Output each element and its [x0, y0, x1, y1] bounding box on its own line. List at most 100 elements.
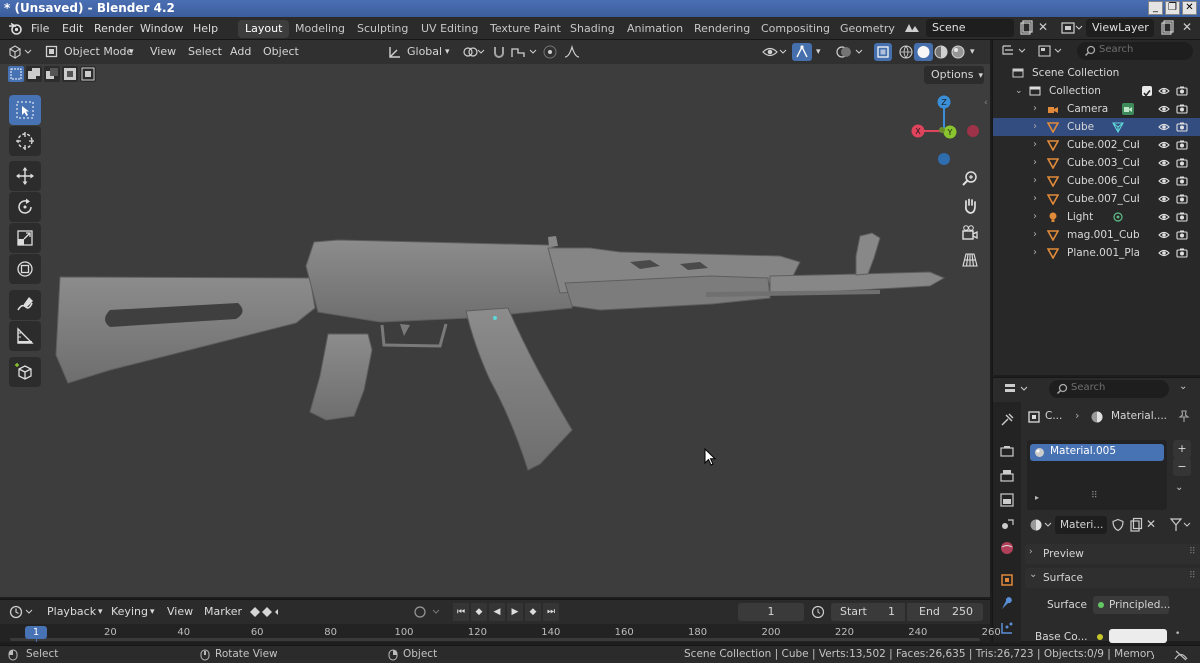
playhead-line[interactable] — [36, 638, 37, 642]
tab-rendering[interactable]: Rendering — [687, 20, 757, 38]
menu-render[interactable]: Render — [94, 17, 133, 40]
outliner-search-input[interactable]: Search — [1077, 42, 1193, 60]
material-name-field[interactable]: Materi... — [1055, 516, 1107, 534]
outliner-row-scene-collection[interactable]: Scene Collection — [993, 64, 1200, 82]
frame-end-field[interactable]: End 250 — [907, 603, 983, 621]
jump-start-button[interactable]: ⏮ — [453, 603, 469, 621]
keyframe-dot-icon[interactable]: • — [1175, 629, 1180, 639]
chevron-down-icon[interactable]: ⌄ — [1175, 482, 1183, 493]
camera-data-icon[interactable] — [1121, 102, 1135, 116]
3d-viewport[interactable]: Object Mode ▾ View Select Add Object Glo… — [0, 40, 990, 597]
view-layer-properties-icon[interactable] — [999, 492, 1015, 508]
timeline-menu-playback[interactable]: Playback — [47, 603, 96, 621]
viewlayer-icon[interactable] — [1061, 21, 1083, 35]
object-properties-icon[interactable] — [999, 572, 1015, 588]
render-camera-icon[interactable] — [1176, 157, 1188, 169]
auto-keying-icon[interactable] — [413, 605, 443, 619]
render-camera-icon[interactable] — [1176, 121, 1188, 133]
render-camera-icon[interactable] — [1176, 103, 1188, 115]
add-material-slot-button[interactable]: + — [1173, 440, 1191, 458]
outliner-item[interactable]: › Cube.007_Cub — [993, 190, 1200, 208]
properties-editor-type-icon[interactable] — [1003, 382, 1031, 396]
expand-arrow-icon[interactable]: ▸ — [1035, 493, 1039, 502]
play-button[interactable]: ▶ — [507, 603, 523, 621]
tab-uv-editing[interactable]: UV Editing — [414, 20, 485, 38]
outliner-item[interactable]: › mag.001_Cube — [993, 226, 1200, 244]
timeline-menu-keying[interactable]: Keying — [111, 603, 148, 621]
tab-texture-paint[interactable]: Texture Paint — [483, 20, 568, 38]
chevron-right-icon[interactable]: › — [1033, 226, 1037, 244]
tab-animation[interactable]: Animation — [620, 20, 690, 38]
modifier-properties-icon[interactable] — [999, 596, 1015, 612]
chevron-right-icon[interactable]: › — [1033, 100, 1037, 118]
timeline-editor-type-icon[interactable] — [9, 605, 37, 619]
eye-icon[interactable] — [1158, 121, 1170, 133]
chevron-right-icon[interactable]: › — [1033, 136, 1037, 154]
close-window-button[interactable]: ✕ — [1182, 1, 1197, 15]
outliner-row-collection[interactable]: ⌄ Collection — [993, 82, 1200, 100]
node-tree-icon[interactable] — [1169, 517, 1193, 533]
light-data-icon[interactable] — [1112, 211, 1124, 223]
scene-name-field[interactable]: Scene — [926, 19, 1014, 37]
tab-modeling[interactable]: Modeling — [288, 20, 352, 38]
eye-icon[interactable] — [1158, 157, 1170, 169]
tab-compositing[interactable]: Compositing — [754, 20, 837, 38]
timeline-scrollbar[interactable] — [10, 638, 980, 641]
mesh-data-icon[interactable] — [1112, 121, 1124, 133]
outliner-item[interactable]: › Cube.002_Cub — [993, 136, 1200, 154]
render-camera-icon[interactable] — [1176, 193, 1188, 205]
chevron-right-icon[interactable]: › — [1033, 118, 1037, 136]
eye-icon[interactable] — [1158, 229, 1170, 241]
resize-grip-icon[interactable]: ⠿ — [1091, 491, 1098, 501]
outliner-item[interactable]: › Camera — [993, 100, 1200, 118]
keyframe-diamonds-icon[interactable] — [249, 606, 285, 618]
tab-sculpting[interactable]: Sculpting — [350, 20, 415, 38]
maximize-button[interactable]: ❐ — [1165, 1, 1180, 15]
drag-handle-icon[interactable]: ⠿ — [1189, 547, 1196, 557]
rifle-mesh-object[interactable] — [0, 40, 990, 597]
render-camera-icon[interactable] — [1176, 229, 1188, 241]
remove-material-slot-button[interactable]: − — [1173, 458, 1191, 476]
render-properties-icon[interactable] — [999, 444, 1015, 460]
eye-icon[interactable] — [1158, 103, 1170, 115]
chevron-right-icon[interactable]: › — [1033, 208, 1037, 226]
minimize-button[interactable]: _ — [1148, 1, 1163, 15]
chevron-down-icon[interactable]: ⌄ — [1015, 82, 1023, 100]
outliner-editor-type-icon[interactable] — [1001, 44, 1029, 58]
outliner-item[interactable]: › Cube.003_Cub — [993, 154, 1200, 172]
chevron-down-icon[interactable]: ⌄ — [1179, 381, 1187, 392]
outliner-item[interactable]: › Light — [993, 208, 1200, 226]
eye-icon[interactable] — [1158, 85, 1170, 97]
render-camera-icon[interactable] — [1176, 211, 1188, 223]
unlink-material-icon[interactable]: ✕ — [1146, 517, 1156, 531]
eye-icon[interactable] — [1158, 193, 1170, 205]
properties-search-input[interactable]: Search — [1049, 380, 1169, 398]
tab-shading[interactable]: Shading — [563, 20, 622, 38]
viewlayer-name-field[interactable]: ViewLayer — [1086, 19, 1154, 37]
collection-include-checkbox[interactable] — [1142, 86, 1152, 97]
eye-icon[interactable] — [1158, 175, 1170, 187]
fake-user-shield-icon[interactable] — [1111, 518, 1125, 532]
jump-end-button[interactable]: ⏭ — [543, 603, 559, 621]
menu-window[interactable]: Window — [140, 17, 183, 40]
chevron-right-icon[interactable]: › — [1033, 244, 1037, 262]
scene-properties-icon[interactable] — [999, 516, 1015, 532]
display-mode-icon[interactable] — [1037, 44, 1065, 58]
tab-layout[interactable]: Layout — [238, 20, 290, 38]
drag-handle-icon[interactable]: ⠿ — [1189, 571, 1196, 581]
eye-icon[interactable] — [1158, 211, 1170, 223]
timeline-menu-view[interactable]: View — [167, 603, 193, 621]
play-reverse-button[interactable]: ◀ — [489, 603, 505, 621]
eye-icon[interactable] — [1158, 139, 1170, 151]
outliner-item[interactable]: › Cube.006_Cub — [993, 172, 1200, 190]
render-camera-icon[interactable] — [1176, 139, 1188, 151]
chevron-right-icon[interactable]: › — [1033, 190, 1037, 208]
render-camera-icon[interactable] — [1176, 247, 1188, 259]
timeline-menu-marker[interactable]: Marker — [204, 603, 242, 621]
chevron-right-icon[interactable]: › — [1033, 172, 1037, 190]
eye-icon[interactable] — [1158, 247, 1170, 259]
frame-start-field[interactable]: Start 1 — [831, 603, 905, 621]
network-status-icon[interactable] — [1174, 649, 1188, 661]
world-properties-icon[interactable] — [999, 540, 1015, 556]
output-properties-icon[interactable] — [999, 468, 1015, 484]
